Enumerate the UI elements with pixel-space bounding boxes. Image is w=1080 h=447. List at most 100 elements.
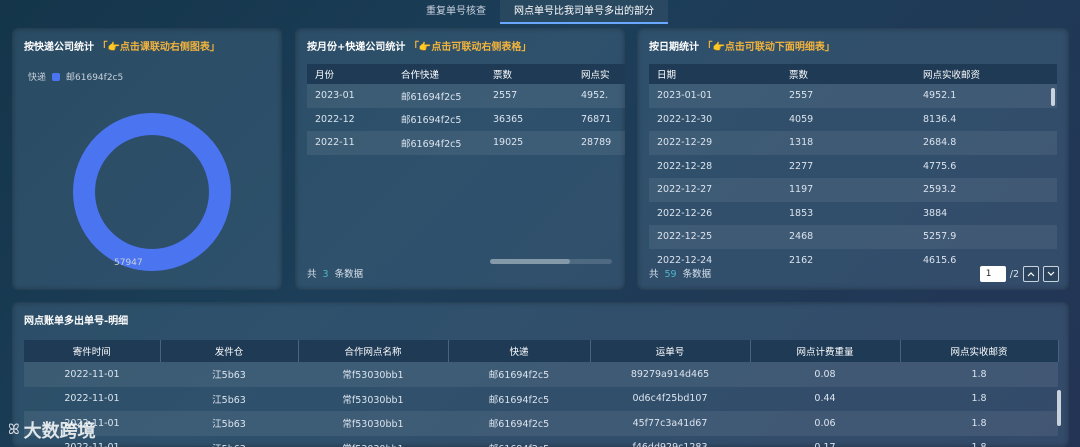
table-cell: 1.8 [900,436,1058,447]
table-cell: 邮61694f2c5 [448,436,590,447]
table-cell: 4775.6 [923,160,957,172]
date-table: 日期 票数 网点实收邮资 2023-01-01 2557 4952.1 2022-12-3… [649,64,1057,272]
table-row[interactable]: 2022-12-29 1318 2684.8 [649,131,1057,155]
table-cell: 2023-01-01 [649,84,781,108]
table-cell: 8136.4 [923,113,957,125]
table-cell: 76871 [581,113,612,125]
tab-extra-numbers[interactable]: 网点单号比我司单号多出的部分 [500,0,668,24]
table-row[interactable]: 2022-12-28 2277 4775.6 [649,155,1057,179]
table-row[interactable]: 2022-12-27 1197 2593.2 [649,178,1057,202]
detail-table: 寄件时间 发件仓 合作网点名称 快递 运单号 网点计费重量 网点实收邮资 2022-11-0… [24,340,1059,447]
table-cell: 2022-12-25 [649,225,781,249]
chevron-up-icon[interactable] [1023,266,1039,282]
table-cell: 2022-12-27 [649,178,781,202]
table-cell: 2022-11 [307,131,393,155]
table-cell: 5257.9 [915,225,1057,249]
table-cell: 1.8 [900,362,1058,387]
company-stats-panel: 按快递公司统计 「👉点击课联动右侧图表」 快递 邮61694f2c5 57947 [12,28,282,290]
table-cell: 江5b63 [160,436,298,447]
table-cell: 邮61694f2c5 [448,411,590,436]
column-header: 快递 [448,340,591,362]
table-cell: 4059 [789,113,814,125]
table-cell: 45f77c3a41d67 [590,411,750,436]
table-cell: 常f53030bb1 [298,411,448,436]
table-cell: 2277 [789,160,814,172]
table-cell: 2557 [781,84,915,108]
column-header: 发件仓 [160,340,299,362]
table-cell: 邮61694f2c5 [393,84,485,108]
donut-slice[interactable] [73,113,231,271]
horizontal-scrollbar[interactable] [490,259,612,264]
legend-title: 快递 [28,73,47,83]
vertical-scrollbar[interactable] [1051,88,1055,106]
table-cell: 常f53030bb1 [298,436,448,447]
table-cell: 邮61694f2c5 [488,394,550,406]
table-row[interactable]: 2022-11 邮61694f2c5 19025 28789 [307,131,625,155]
table-row[interactable]: 2023-01-01 2557 4952.1 [649,84,1057,108]
table-cell: 0.08 [750,362,900,387]
donut-chart[interactable] [72,112,232,272]
month-stats-panel: 按月份+快递公司统计 「👉点击可联动右侧表格」 月份 合作快递 票数 网点实 2023… [295,28,625,290]
watermark-text: 大数跨境 [23,421,96,442]
table-cell: 邮61694f2c5 [401,115,462,127]
table-cell: 0d6c4f25bd107 [632,393,708,405]
table-row[interactable]: 2022-11-01 江5b63 常f53030bb1 邮61694f2c5 0d6c4… [24,387,1058,412]
vertical-scrollbar[interactable] [1057,390,1061,426]
table-cell: 36365 [493,113,524,125]
table-row[interactable]: 2022-11-01江5b63常f53030bb1邮61694f2c5f46dd… [24,436,1058,447]
watermark: ꕤ 大数跨境 [8,417,96,443]
panel-title: 网点账单多出单号-明细 [24,316,129,327]
column-header: 月份 [307,64,393,84]
table-row[interactable]: 2022-12 邮61694f2c5 36365 76871 [307,108,625,132]
page-input[interactable]: 1 [979,266,1006,282]
table-cell: 江5b63 [160,362,298,387]
donut-svg[interactable] [72,112,232,272]
table-cell: 常f53030bb1 [298,362,448,387]
chart-legend: 快递 邮61694f2c5 [28,70,123,83]
panel-title: 按月份+快递公司统计 「👉点击可联动右侧表格」 [307,42,532,53]
chevron-down-icon[interactable] [1043,266,1059,282]
table-row[interactable]: 2022-11-01 江5b63 常f53030bb1 邮61694f2c5 89279… [24,362,1058,387]
table-cell: 4952. [573,84,625,108]
table-row[interactable]: 2022-12-25 2468 5257.9 [649,225,1057,249]
table-cell: 1853 [789,207,814,219]
table-cell: 19025 [485,131,573,155]
page-total: /2 [1009,268,1019,280]
table-cell: 常f53030bb1 [342,394,404,406]
table-cell: 1197 [781,178,915,202]
column-header: 网点实收邮资 [915,64,1057,84]
hint-text: 「👉点击课联动右侧图表」 [97,42,220,53]
column-header: 寄件时间 [24,340,161,362]
panel-title: 按快递公司统计 「👉点击课联动右侧图表」 [24,42,220,53]
date-stats-panel: 按日期统计 「👉点击可联动下面明细表」 日期 票数 网点实收邮资 2023-01-0… [637,28,1069,290]
table-row[interactable]: 2022-11-01 江5b63 常f53030bb1 邮61694f2c5 45f77… [24,411,1058,436]
table-cell: 2022-12 [315,113,355,125]
table-cell: 0.17 [750,436,900,447]
table-cell: 邮61694f2c5 [393,131,485,155]
table-row[interactable]: 2022-12-26 1853 3884 [649,202,1057,226]
table-cell: 89279a914d465 [590,362,750,387]
table-cell: 0.06 [750,411,900,436]
column-header: 票数 [781,64,915,84]
hint-text: 「👉点击可联动右侧表格」 [408,42,532,53]
legend-label[interactable]: 邮61694f2c5 [66,70,123,83]
table-cell: f46dd929c1283 [590,436,750,447]
column-header: 网点实收邮资 [900,340,1059,362]
tab-duplicate-check[interactable]: 重复单号核查 [412,0,500,24]
donut-value-label: 57947 [114,258,143,268]
table-cell: 1.8 [971,393,987,405]
table-cell: 2684.8 [915,131,1057,155]
table-row[interactable]: 2022-12-30 4059 8136.4 [649,108,1057,132]
month-table: 月份 合作快递 票数 网点实 2023-01 邮61694f2c5 2557 4952. 20… [307,64,625,155]
legend-swatch[interactable] [52,72,61,81]
table-row[interactable]: 2023-01 邮61694f2c5 2557 4952. [307,84,625,108]
column-header: 日期 [649,64,781,84]
top-tabs: 重复单号核查 网点单号比我司单号多出的部分 [412,0,668,24]
detail-panel: 网点账单多出单号-明细 寄件时间 发件仓 合作网点名称 快递 运单号 网点计费重量 网点实收… [12,302,1069,447]
pagination: 1 /2 [979,266,1059,282]
table-cell: 2023-01 [307,84,393,108]
logo-icon: ꕤ [8,422,20,438]
column-header: 网点计费重量 [750,340,901,362]
column-header: 票数 [485,64,573,84]
table-cell: 2022-12-30 [657,113,713,125]
